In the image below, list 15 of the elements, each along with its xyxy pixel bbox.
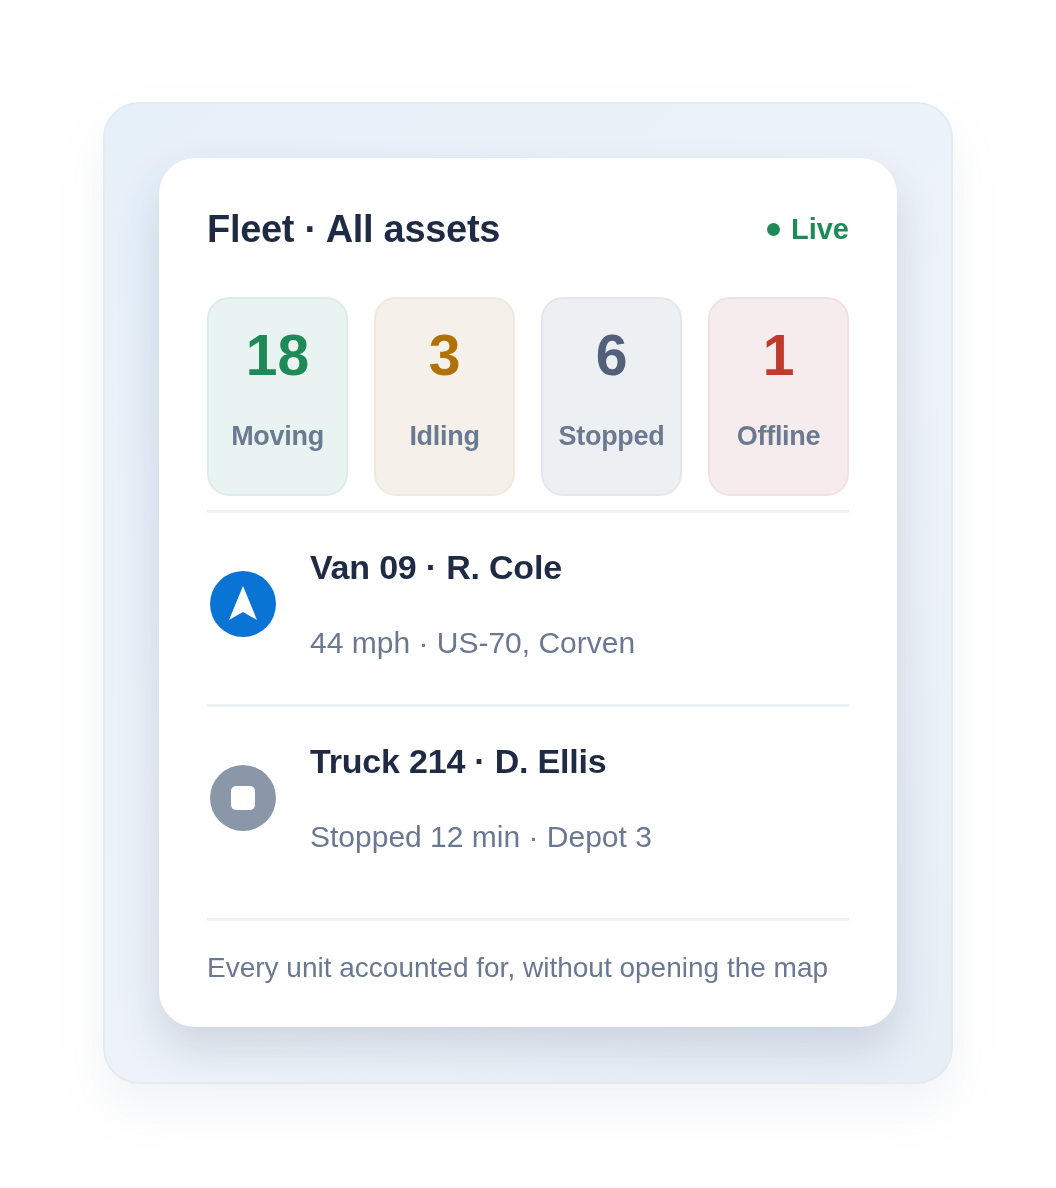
tile-label: Offline [736,420,821,452]
vehicle-name: Van 09 · R. Cole [310,547,563,587]
tile-count: 18 [245,325,310,385]
tile-count: 1 [762,325,795,385]
vehicle-detail: Stopped 12 min · Depot 3 [310,820,652,854]
tile-label: Stopped [558,420,665,452]
tile-count: 6 [595,325,628,385]
tile-label: Moving [231,420,324,452]
live-label: Live [790,212,849,246]
tile-count: 3 [428,325,461,385]
card-title: Fleet · All assets [207,207,501,252]
tile-label: Idling [409,420,480,452]
vehicle-name: Truck 214 · D. Ellis [310,741,608,781]
vehicle-detail: 44 mph · US-70, Corven [310,626,636,660]
footer-note: Every unit accounted for, without opening the map [207,952,829,983]
